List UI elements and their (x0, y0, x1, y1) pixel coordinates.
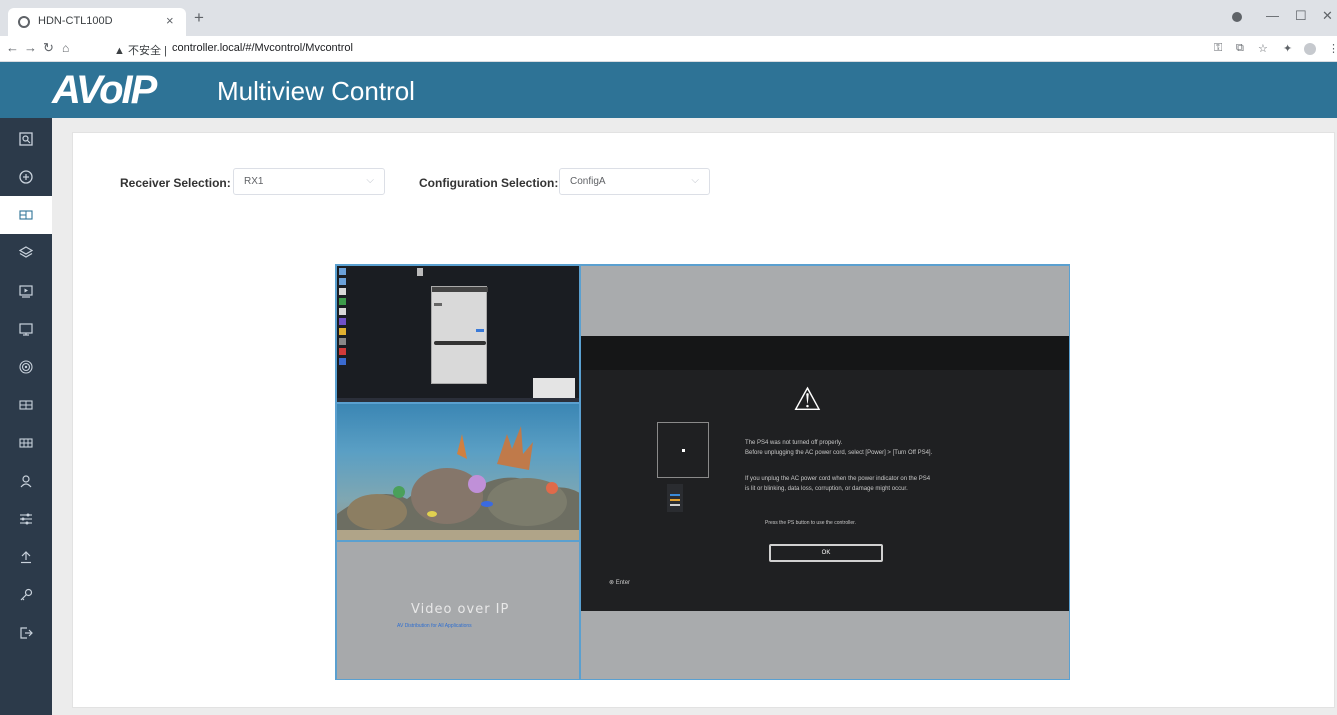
videowall-icon (19, 400, 33, 410)
browser-tab[interactable]: HDN-CTL100D × (8, 8, 186, 36)
ps4-ok-button[interactable]: OK (769, 544, 883, 562)
account-icon[interactable] (1304, 43, 1316, 55)
configuration-selection-label: Configuration Selection: (419, 176, 559, 190)
ps4-console-icon (657, 422, 709, 478)
controller-icon (667, 484, 683, 512)
sidebar-item-videowall[interactable] (0, 386, 52, 424)
reload-icon[interactable]: ↻ (43, 41, 54, 55)
receiver-select-value: RX1 (244, 176, 264, 187)
menu-dots-icon[interactable]: ⋮ (1328, 42, 1337, 55)
ps4-message-line2: Before unplugging the AC power cord, sel… (745, 450, 933, 456)
desktop-file-icon (417, 268, 423, 276)
browser-tabbar: HDN-CTL100D × + — ☐ ✕ (0, 0, 1337, 36)
configuration-select-value: ConfigA (570, 176, 606, 187)
ps4-enter-hint: ⊗ Enter (609, 580, 631, 586)
sidebar-item-layers[interactable] (0, 234, 52, 272)
ps4-message-line3: If you unplug the AC power cord when the… (745, 476, 931, 482)
forward-icon[interactable]: → (24, 41, 37, 55)
sidebar-item-signal[interactable] (0, 348, 52, 386)
ps4-message-line5: Press the PS button to use the controlle… (765, 520, 856, 526)
profile-icon[interactable] (1232, 12, 1242, 22)
receiver-select[interactable]: RX1 ⌵ (233, 168, 385, 195)
ps4-dialog: ⚠ The PS4 was not turned off properly. B… (581, 336, 1069, 611)
minimize-button[interactable]: — (1266, 8, 1279, 23)
url-input[interactable]: controller.local/#/Mvcontrol/Mvcontrol (172, 42, 353, 54)
security-warning[interactable]: ▲ 不安全 | (114, 42, 167, 58)
multiview-icon (19, 210, 33, 220)
new-tab-button[interactable]: + (194, 9, 204, 26)
page-title: Multiview Control (217, 76, 415, 106)
dialog-window (431, 286, 488, 384)
search-view-icon (19, 132, 33, 146)
sidebar-item-grid[interactable] (0, 424, 52, 462)
sidebar-item-key[interactable] (0, 576, 52, 614)
sidebar-item-user[interactable] (0, 462, 52, 500)
settings-sliders-icon (20, 513, 32, 525)
warning-icon: ⚠ (793, 381, 822, 417)
bookmark-star-icon[interactable]: ☆ (1258, 42, 1268, 55)
configuration-select[interactable]: ConfigA ⌵ (559, 168, 710, 195)
tab-title: HDN-CTL100D (38, 15, 113, 27)
extensions-icon[interactable]: ✦ (1283, 42, 1292, 55)
video-over-ip-subtitle: AV Distribution for All Applications (397, 623, 472, 629)
tab-close-icon[interactable]: × (166, 13, 174, 28)
window-desktop[interactable] (336, 265, 580, 403)
ps4-header-band (581, 336, 1069, 370)
layers-icon (19, 246, 33, 258)
close-window-button[interactable]: ✕ (1322, 8, 1333, 24)
sidebar-item-settings[interactable] (0, 500, 52, 538)
multiview-preview[interactable]: Video over IP AV Distribution for All Ap… (335, 264, 1070, 680)
window-aquarium[interactable] (336, 403, 580, 541)
notification-popup (533, 378, 575, 398)
receiver-selection-label: Receiver Selection: (120, 176, 231, 190)
video-source-icon (19, 285, 33, 298)
sidebar-item-logout[interactable] (0, 614, 52, 652)
window-ps4[interactable]: ⚠ The PS4 was not turned off properly. B… (580, 265, 1070, 680)
home-icon[interactable]: ⌂ (62, 41, 69, 55)
aquarium-scene (337, 426, 579, 540)
app-header: AVoIP Multiview Control (0, 62, 1337, 118)
globe-icon (18, 16, 30, 28)
key-icon (20, 588, 33, 601)
key-icon[interactable]: ⚿ (1214, 42, 1222, 55)
translate-icon[interactable]: ⧉ (1236, 42, 1244, 55)
display-icon (19, 323, 33, 336)
chevron-down-icon: ⌵ (691, 175, 699, 186)
address-bar: ← → ↻ ⌂ ▲ 不安全 | controller.local/#/Mvcon… (0, 36, 1337, 62)
signal-icon (19, 360, 33, 374)
sidebar-item-video-source[interactable] (0, 272, 52, 310)
plus-circle-icon (19, 170, 33, 184)
upgrade-icon (21, 551, 31, 564)
maximize-button[interactable]: ☐ (1295, 8, 1307, 24)
desktop-icons (339, 268, 347, 388)
sidebar-item-add[interactable] (0, 158, 52, 196)
sidebar-item-upgrade[interactable] (0, 538, 52, 576)
ps4-message-line1: The PS4 was not turned off properly. (745, 440, 843, 446)
ps4-message-line4: is lit or blinking, data loss, corruptio… (745, 486, 908, 492)
chevron-down-icon: ⌵ (366, 175, 374, 186)
window-video-over-ip[interactable]: Video over IP AV Distribution for All Ap… (336, 541, 580, 680)
logout-icon (20, 627, 33, 639)
avoip-logo: AVoIP (52, 68, 157, 112)
sidebar-item-multiview[interactable] (0, 196, 52, 234)
user-icon (20, 475, 32, 488)
back-icon[interactable]: ← (6, 41, 19, 55)
video-over-ip-title: Video over IP (411, 602, 510, 617)
sidebar (0, 118, 52, 715)
sidebar-item-display[interactable] (0, 310, 52, 348)
grid-icon (19, 438, 33, 448)
sidebar-item-search-view[interactable] (0, 120, 52, 158)
